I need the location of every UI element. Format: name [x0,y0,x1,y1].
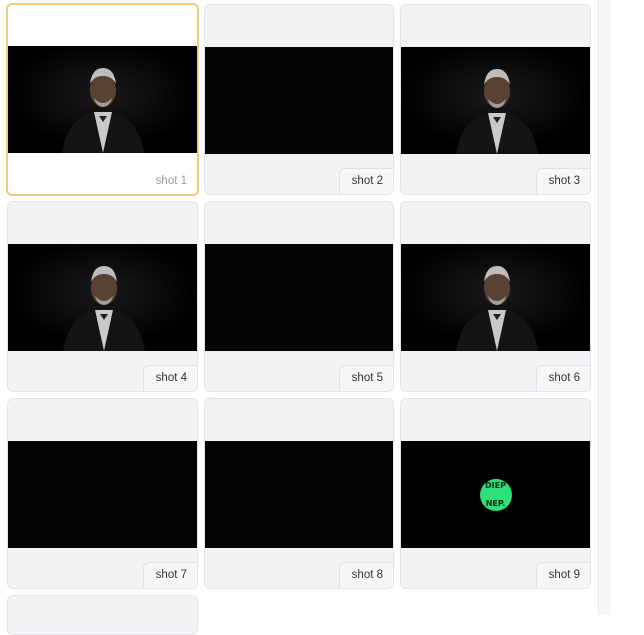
shot-card-4[interactable]: shot 4 [7,201,198,392]
shot-thumbnail [8,244,197,351]
shot-label: shot 5 [338,365,393,391]
scrollbar-track[interactable] [598,0,611,615]
shot-thumbnail [205,47,393,154]
shot-thumbnail [8,441,197,548]
shot-label: shot 7 [142,562,197,588]
shot-thumbnail [205,244,393,351]
shot-label: shot 4 [142,365,197,391]
shot-card-partial[interactable] [7,595,198,635]
shot-label: shot 6 [535,365,590,391]
man-in-suit-image [8,244,197,351]
shot-card-9[interactable]: DIEP NEP. shot 9 [400,398,591,589]
black-frame-image [205,441,393,548]
shot-label: shot 8 [338,562,393,588]
shot-card-2[interactable]: shot 2 [204,4,394,195]
shot-label: shot 3 [535,168,590,194]
shot-thumbnail [205,441,393,548]
black-frame-image [8,441,197,548]
shot-card-8[interactable]: shot 8 [204,398,394,589]
man-in-suit-image [401,244,590,351]
shot-thumbnail [8,46,197,153]
black-frame-image [205,47,393,154]
shot-card-3[interactable]: shot 3 [400,4,591,195]
man-in-suit-image [8,46,197,153]
shot-card-7[interactable]: shot 7 [7,398,198,589]
shot-card-1[interactable]: shot 1 [6,3,199,196]
shot-label: shot 9 [535,562,590,588]
shot-thumbnail [401,244,590,351]
shot-gallery: shot 1 shot 2 shot 3 shot 4 shot 5 shot … [0,0,644,635]
shot-label: shot 2 [338,168,393,194]
shot-card-5[interactable]: shot 5 [204,201,394,392]
shot-label: shot 1 [155,175,187,187]
black-frame-image [205,244,393,351]
shot-thumbnail: DIEP NEP. [401,441,590,548]
shot-thumbnail [401,47,590,154]
shot-card-6[interactable]: shot 6 [400,201,591,392]
man-in-suit-image [401,47,590,154]
diep-nep-logo: DIEP NEP. [479,478,512,511]
